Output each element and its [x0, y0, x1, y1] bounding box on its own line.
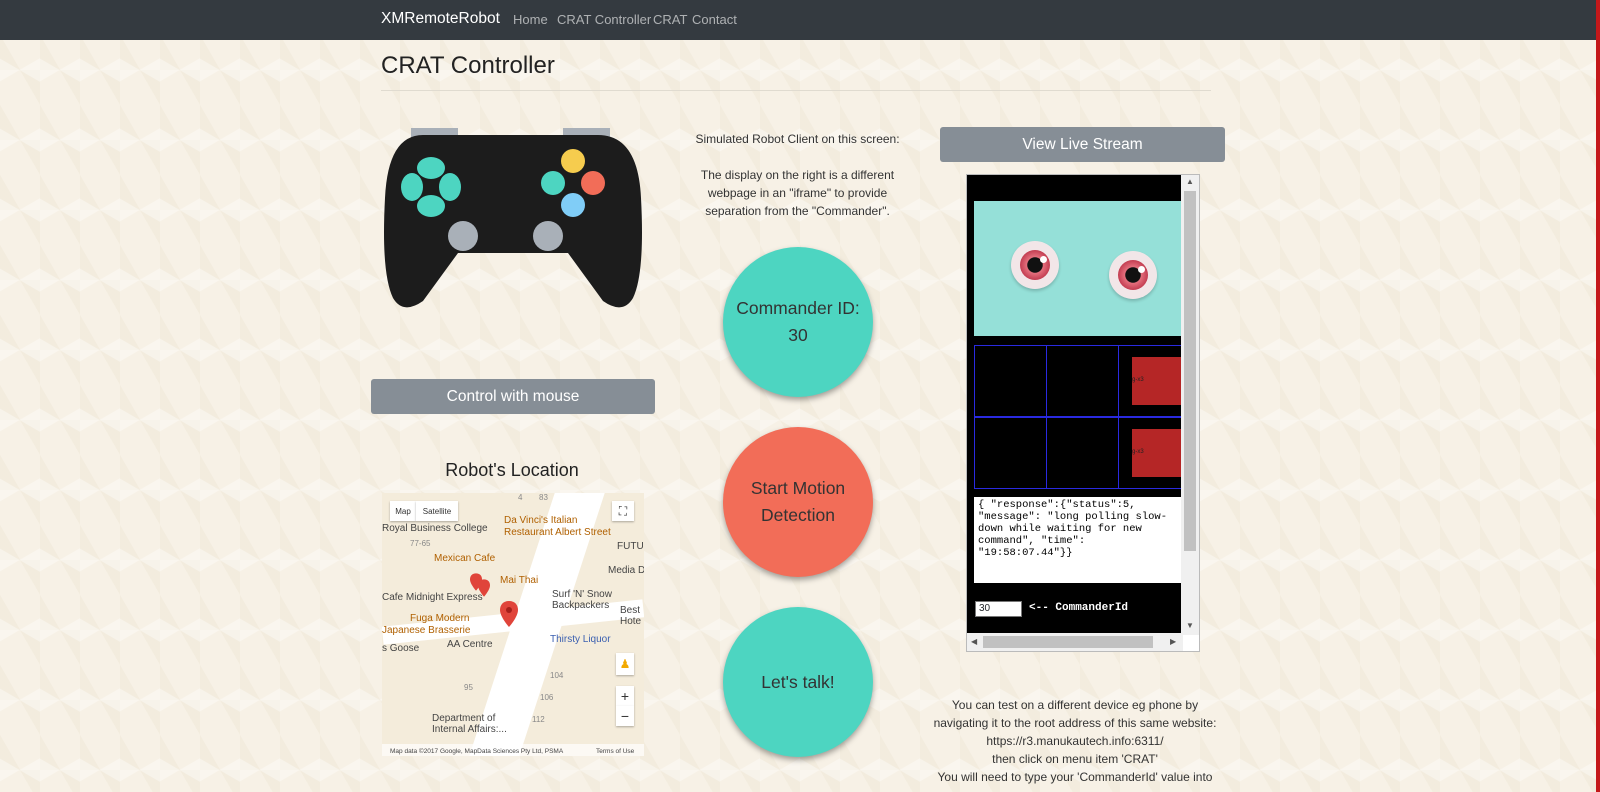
map-label: Internal Affairs:...	[432, 724, 507, 735]
info-url: https://r3.manukautech.info:6311/	[986, 734, 1164, 748]
map-marker-icon[interactable]	[500, 601, 518, 627]
scroll-down-icon[interactable]: ▼	[1186, 621, 1194, 630]
info-line: You will need to type your 'CommanderId'…	[937, 770, 1213, 784]
sim-text-line: The display on the right is a different …	[700, 168, 895, 218]
map-label: s Goose	[382, 643, 420, 654]
zoom-in-button[interactable]: +	[616, 686, 634, 706]
location-map[interactable]: Map Satellite ⛶ Royal Business College D…	[382, 493, 644, 756]
device-test-instructions: You can test on a different device eg ph…	[930, 696, 1220, 786]
map-marker-icon[interactable]	[478, 579, 490, 597]
map-label: Department of	[432, 713, 496, 724]
map-label: Da Vinci's Italian	[504, 515, 578, 526]
map-label: FUTU	[617, 541, 644, 552]
commander-id-input[interactable]: 30	[975, 601, 1022, 617]
map-label: Royal Business College	[382, 523, 488, 534]
map-label: Media D	[608, 565, 644, 576]
map-number: 106	[540, 693, 554, 702]
grid-block: g-x3	[1132, 429, 1182, 477]
map-number: 83	[539, 493, 548, 502]
response-text: { "response":{"status":5, "message": "lo…	[974, 497, 1183, 583]
map-label: Restaurant Albert Street	[504, 527, 611, 538]
robot-face	[974, 201, 1183, 336]
robot-eye-right	[1109, 251, 1157, 299]
view-live-stream-button[interactable]: View Live Stream	[940, 127, 1225, 162]
robot-location-title: Robot's Location	[445, 460, 579, 480]
map-number: 77-65	[410, 539, 431, 548]
simulated-client-note: Simulated Robot Client on this screen: T…	[685, 130, 910, 220]
horizontal-scrollbar[interactable]: ◀ ▶	[967, 633, 1183, 651]
start-motion-detection-button[interactable]: Start Motion Detection	[723, 427, 873, 577]
zoom-out-button[interactable]: −	[616, 706, 634, 726]
map-number: 104	[550, 671, 564, 680]
map-label: Fuga Modern	[410, 613, 470, 624]
navbar: XMRemoteRobot Home CRAT Controller CRAT …	[0, 0, 1600, 40]
map-terms-link[interactable]: Terms of Use	[596, 748, 634, 755]
map-label: Best	[620, 605, 641, 616]
sim-text-line: Simulated Robot Client on this screen:	[695, 132, 900, 146]
robot-client-iframe[interactable]: g-x3 g-x3 { "response":{"status":5, "mes…	[966, 174, 1200, 652]
nav-link-contact[interactable]: Contact	[692, 12, 737, 27]
robot-display: g-x3 g-x3 { "response":{"status":5, "mes…	[967, 175, 1191, 633]
vertical-scrollbar[interactable]: ▲ ▼	[1181, 175, 1199, 635]
pegman-icon[interactable]: ♟	[616, 653, 634, 675]
nav-link-home[interactable]: Home	[513, 12, 548, 27]
map-label: Japanese Brasserie	[382, 625, 471, 636]
robot-grid: g-x3 g-x3	[974, 345, 1191, 490]
robot-eye-left	[1011, 241, 1059, 289]
map-label: Surf 'N' Snow	[552, 589, 612, 600]
map-label: Mai Thai	[500, 575, 539, 586]
map-label: AA Centre	[447, 639, 493, 650]
map-type-satellite-button[interactable]: Satellite	[416, 501, 458, 521]
map-label: Thirsty Liquor	[550, 634, 611, 645]
map-label: Backpackers	[552, 600, 610, 611]
page-title: CRAT Controller	[381, 52, 555, 79]
map-number: 112	[532, 715, 545, 724]
commander-id-label: <-- CommanderId	[1029, 602, 1129, 614]
info-line: then click on menu item 'CRAT'	[992, 752, 1158, 766]
map-attribution: Map data ©2017 Google, MapData Sciences …	[390, 748, 564, 755]
nav-link-crat-controller[interactable]: CRAT Controller	[557, 12, 651, 27]
lets-talk-button[interactable]: Let's talk!	[723, 607, 873, 757]
map-type-map-button[interactable]: Map	[390, 501, 416, 521]
scroll-right-icon[interactable]: ▶	[1170, 637, 1176, 646]
fullscreen-icon[interactable]: ⛶	[612, 501, 634, 521]
scroll-left-icon[interactable]: ◀	[971, 637, 977, 646]
control-with-mouse-button[interactable]: Control with mouse	[371, 379, 655, 414]
grid-block: g-x3	[1132, 357, 1182, 405]
map-number: 4	[518, 493, 523, 502]
divider	[381, 90, 1211, 91]
map-label: Cafe Midnight Express	[382, 592, 483, 603]
info-line: navigating it to the root address of thi…	[933, 716, 1217, 730]
gamepad-icon	[384, 128, 642, 308]
navbar-brand[interactable]: XMRemoteRobot	[381, 10, 500, 28]
window-edge-bar	[1596, 0, 1600, 792]
map-label: Mexican Cafe	[434, 553, 496, 564]
nav-link-crat[interactable]: CRAT	[653, 12, 687, 27]
map-label: Hote	[620, 616, 642, 627]
map-number: 95	[464, 683, 473, 692]
info-line: You can test on a different device eg ph…	[951, 698, 1199, 712]
commander-id-badge: Commander ID: 30	[723, 247, 873, 397]
scroll-up-icon[interactable]: ▲	[1186, 177, 1194, 186]
